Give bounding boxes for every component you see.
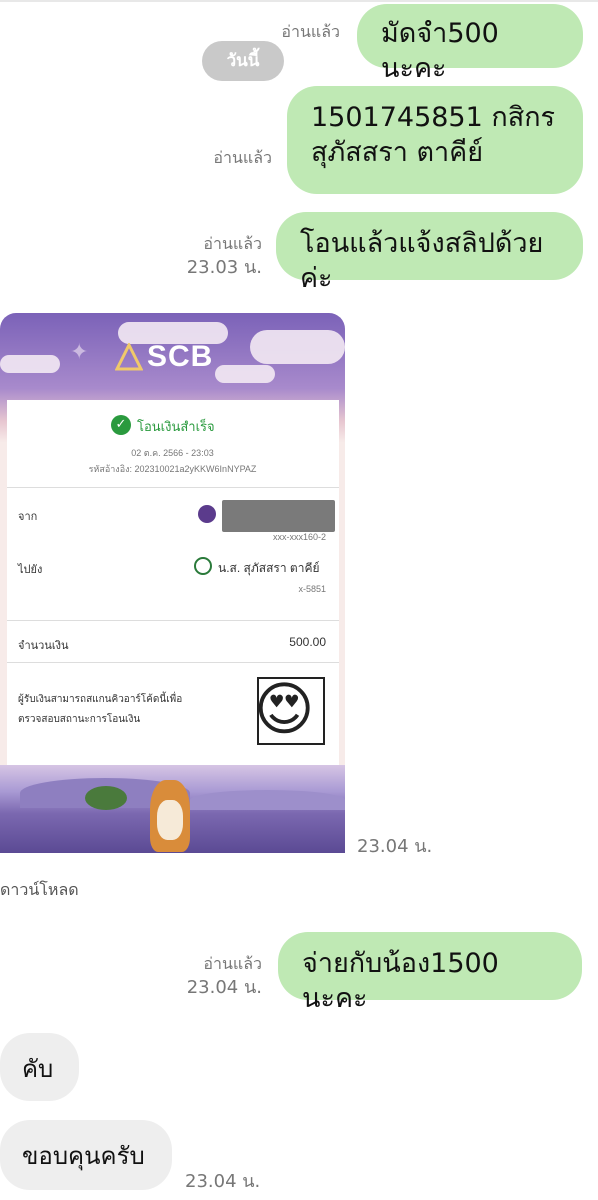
scb-account-icon <box>198 505 216 523</box>
outgoing-message-bubble[interactable]: มัดจำ500 นะคะ <box>357 4 583 84</box>
check-icon: ✓ <box>111 415 131 435</box>
sender-account: xxx-xxx160-2 <box>272 532 326 542</box>
date-chip: วันนี้ <box>202 41 284 81</box>
incoming-message-bubble[interactable]: คับ <box>0 1033 79 1101</box>
timestamp: 23.04 น. <box>185 1171 261 1192</box>
message-line: สุภัสสรา ตาคีย์ <box>311 137 484 169</box>
cloud-decoration <box>250 330 345 364</box>
outgoing-message-bubble[interactable]: จ่ายกับน้อง1500 นะคะ <box>278 932 582 1014</box>
transfer-status: โอนเงินสำเร็จ <box>137 419 215 434</box>
kbank-account-icon <box>194 557 212 575</box>
qr-note: ตรวจสอบสถานะการโอนเงิน <box>18 714 141 725</box>
from-label: จาก <box>18 511 38 523</box>
timestamp: 23.03 น. <box>186 257 262 279</box>
message-meta: อ่านแล้ว 23.04 น. <box>170 952 262 1001</box>
bird-icon: ✦ <box>70 340 89 365</box>
divider <box>7 620 339 621</box>
message-meta: อ่านแล้ว 23.03 น. <box>170 232 262 281</box>
transfer-datetime: 02 ต.ค. 2566 - 23:03 <box>131 448 214 458</box>
dog-chest-illustration <box>157 800 183 840</box>
amount-value: 500.00 <box>289 635 326 649</box>
outgoing-message-bubble[interactable]: 1501745851 กสิกร สุภัสสรา ตาคีย์ <box>287 86 583 194</box>
divider <box>7 662 339 663</box>
hill-illustration <box>190 790 345 810</box>
outgoing-message-bubble[interactable]: โอนแล้วแจ้งสลิปด้วยค่ะ <box>276 212 583 294</box>
download-link[interactable]: ดาวน์โหลด <box>0 878 79 903</box>
read-receipt: อ่านแล้ว <box>203 954 262 973</box>
read-receipt: อ่านแล้ว <box>281 22 340 41</box>
to-label: ไปยัง <box>18 564 43 576</box>
timestamp: 23.04 น. <box>357 836 433 857</box>
qr-note: ผู้รับเงินสามารถสแกนคิวอาร์โค้ดนี้เพื่อ <box>18 694 183 705</box>
tree-illustration <box>85 786 127 810</box>
bank-logo-text: SCB <box>147 340 214 373</box>
scb-logo-icon <box>115 343 143 371</box>
divider <box>7 487 339 488</box>
message-line: 1501745851 กสิกร <box>311 102 556 133</box>
recipient-account: x-5851 <box>298 584 326 594</box>
masked-sender-name <box>222 500 335 532</box>
timestamp: 23.04 น. <box>186 977 262 999</box>
read-receipt: อ่านแล้ว <box>203 234 262 253</box>
recipient-name: น.ส. สุภัสสรา ตาคีย์ <box>218 561 320 575</box>
incoming-message-bubble[interactable]: ขอบคุนครับ <box>0 1120 172 1190</box>
read-receipt: อ่านแล้ว <box>213 148 272 167</box>
cloud-decoration <box>0 355 60 373</box>
reference-number: รหัสอ้างอิง: 202310021a2yKKW6InNYPAZ <box>88 464 257 474</box>
amount-label: จำนวนเงิน <box>18 640 69 652</box>
heart-eyes-emoji-sticker: 😍 <box>254 675 315 743</box>
cloud-decoration <box>215 365 275 383</box>
